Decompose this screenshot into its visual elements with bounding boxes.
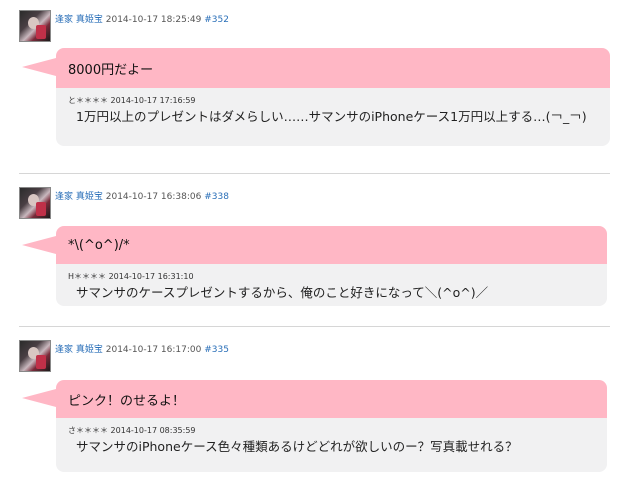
avatar[interactable] <box>19 187 51 219</box>
quote-meta: H＊＊＊＊ 2014-10-17 16:31:10 <box>68 271 595 282</box>
quote-meta: と＊＊＊＊ 2014-10-17 17:16:59 <box>68 95 598 106</box>
author-link[interactable]: 逢家 真姫宝 <box>55 192 103 202</box>
message-bubble: ピンク！のせるよ！ さ＊＊＊＊ 2014-10-17 08:35:59 サマンサ… <box>56 380 607 472</box>
quote-author: と＊＊＊＊ <box>68 96 108 105</box>
timestamp: 2014-10-17 18:25:49 <box>105 15 202 25</box>
divider <box>19 326 610 327</box>
quote-timestamp: 2014-10-17 08:35:59 <box>110 426 196 435</box>
avatar[interactable] <box>19 340 51 372</box>
quote-text: サマンサのiPhoneケース色々種類あるけどどれが欲しいのー？写真載せれる？ <box>76 439 518 454</box>
post-number-link[interactable]: #338 <box>204 192 229 202</box>
bubble-tail <box>22 389 56 407</box>
message-text: ピンク！のせるよ！ <box>56 380 607 418</box>
quote-author: H＊＊＊＊ <box>68 272 107 281</box>
quote-meta: さ＊＊＊＊ 2014-10-17 08:35:59 <box>68 425 595 436</box>
quote-text: 1万円以上のプレゼントはダメらしい……サマンサのiPhoneケース1万円以上する… <box>76 109 587 124</box>
quoted-reply: さ＊＊＊＊ 2014-10-17 08:35:59 サマンサのiPhoneケース… <box>56 418 607 472</box>
post-meta: 逢家 真姫宝 2014-10-17 16:38:06 #338 <box>55 189 229 202</box>
post-meta: 逢家 真姫宝 2014-10-17 18:25:49 #352 <box>55 12 229 25</box>
quote-timestamp: 2014-10-17 17:16:59 <box>110 96 196 105</box>
timestamp: 2014-10-17 16:17:00 <box>105 345 202 355</box>
divider <box>19 173 610 174</box>
message-text: 8000円だよー <box>56 48 610 88</box>
quote-timestamp: 2014-10-17 16:31:10 <box>108 272 194 281</box>
message-bubble: 8000円だよー と＊＊＊＊ 2014-10-17 17:16:59 1万円以上… <box>56 48 610 146</box>
message-bubble: *\(^o^)/* H＊＊＊＊ 2014-10-17 16:31:10 サマンサ… <box>56 226 607 306</box>
quoted-reply: H＊＊＊＊ 2014-10-17 16:31:10 サマンサのケースプレゼントす… <box>56 264 607 306</box>
bubble-tail <box>22 236 56 254</box>
author-link[interactable]: 逢家 真姫宝 <box>55 15 103 25</box>
post-number-link[interactable]: #352 <box>204 15 229 25</box>
message-text: *\(^o^)/* <box>56 226 607 264</box>
avatar[interactable] <box>19 10 51 42</box>
author-link[interactable]: 逢家 真姫宝 <box>55 345 103 355</box>
quote-text: サマンサのケースプレゼントするから、俺のこと好きになって＼(^o^)／ <box>76 285 489 300</box>
quoted-reply: と＊＊＊＊ 2014-10-17 17:16:59 1万円以上のプレゼントはダメ… <box>56 88 610 146</box>
post-meta: 逢家 真姫宝 2014-10-17 16:17:00 #335 <box>55 342 229 355</box>
bubble-tail <box>22 58 56 76</box>
quote-author: さ＊＊＊＊ <box>68 426 108 435</box>
timestamp: 2014-10-17 16:38:06 <box>105 192 202 202</box>
post-number-link[interactable]: #335 <box>204 345 229 355</box>
